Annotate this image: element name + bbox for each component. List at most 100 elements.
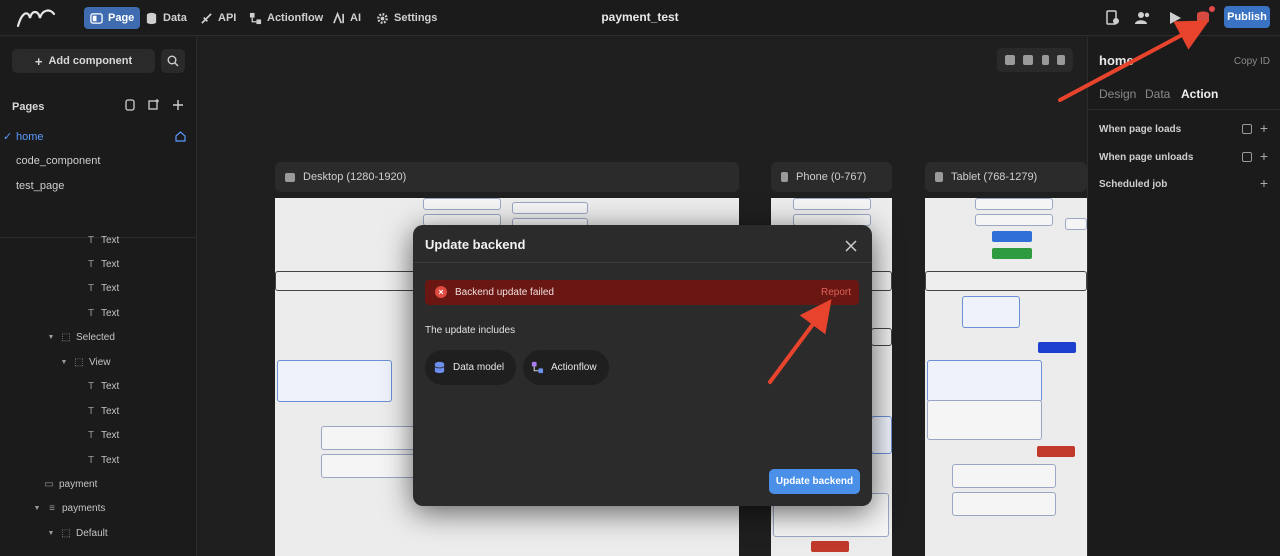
top-bar: Page Data API Actionflow AI Settings pay… [0, 0, 1280, 36]
all-devices-icon[interactable] [1005, 55, 1016, 65]
add-action-plus-icon[interactable]: + [1260, 120, 1268, 136]
wire-description-card [277, 360, 392, 402]
add-component-button[interactable]: + Add component [12, 49, 155, 73]
error-icon: × [435, 286, 447, 298]
wire-input [512, 202, 588, 214]
nav-actionflow-label: Actionflow [267, 12, 324, 24]
tablet-icon[interactable] [1056, 55, 1065, 65]
device-toggle[interactable] [997, 48, 1073, 72]
tab-data[interactable]: Data [1145, 87, 1170, 101]
includes-label: The update includes [425, 325, 516, 336]
nav-api[interactable]: API [194, 7, 242, 29]
report-link[interactable]: Report [821, 287, 851, 298]
add-action-plus-icon[interactable]: + [1260, 175, 1268, 191]
include-data-model: Data model [425, 350, 517, 385]
page-item-home[interactable]: home [16, 131, 44, 143]
tablet-frame-label: Tablet (768-1279) [951, 171, 1038, 183]
tablet-canvas[interactable] [925, 198, 1087, 556]
copy-id-button[interactable]: Copy ID [1234, 56, 1270, 67]
wire-status-card [952, 464, 1056, 488]
tree-item[interactable]: T Text [86, 283, 119, 294]
wire-description-card [927, 360, 1042, 402]
wire-description-card [927, 400, 1042, 440]
tree-item[interactable]: ▭ payment [44, 479, 97, 490]
when-page-loads-row: When page loads [1099, 124, 1182, 135]
wire-status-card [321, 454, 421, 478]
nav-settings[interactable]: Settings [370, 7, 443, 29]
text-icon: T [87, 259, 95, 270]
tree-item[interactable]: T Text [86, 430, 119, 441]
nav-page-label: Page [108, 12, 135, 24]
wire-status-card [952, 492, 1056, 516]
tree-item[interactable]: T Text [86, 455, 119, 466]
document-settings-icon[interactable] [1104, 9, 1122, 27]
tree-item[interactable]: T Text [86, 308, 119, 319]
page-item-code-component[interactable]: code_component [16, 155, 100, 167]
users-icon[interactable] [1134, 9, 1152, 27]
list-icon: ≡ [49, 503, 55, 514]
page-template-icon[interactable] [124, 99, 136, 111]
data-model-label: Data model [453, 362, 505, 373]
nav-ai[interactable]: AI [326, 7, 367, 29]
pages-heading: Pages [12, 101, 45, 113]
when-page-unloads-row: When page unloads [1099, 152, 1194, 163]
right-panel: home Copy ID Design Data Action When pag… [1087, 37, 1280, 556]
tree-item[interactable]: T Text [86, 235, 119, 246]
search-icon [167, 55, 179, 67]
view-icon: ⬚ [74, 357, 84, 368]
phone-frame-label: Phone (0-767) [796, 171, 867, 183]
phone-icon[interactable] [1041, 55, 1049, 65]
close-icon[interactable] [844, 239, 858, 253]
wire-content-bar [925, 271, 1087, 291]
api-icon [201, 12, 212, 24]
desktop-icon[interactable] [1023, 55, 1034, 65]
nav-page[interactable]: Page [84, 7, 141, 29]
tree-item[interactable]: ▼ ⬚ Selected [46, 332, 115, 343]
tab-action[interactable]: Action [1181, 87, 1218, 101]
duplicate-page-icon[interactable] [148, 99, 160, 111]
phone-icon [781, 172, 788, 182]
phone-frame-header[interactable]: Phone (0-767) [771, 162, 892, 192]
search-button[interactable] [161, 49, 185, 73]
app-logo-icon[interactable] [14, 6, 58, 30]
caret-down-icon: ▼ [60, 359, 68, 366]
nav-data[interactable]: Data [139, 7, 193, 29]
wire-block [871, 416, 892, 454]
wire-block [871, 328, 892, 346]
page-icon [90, 12, 103, 24]
check-icon: ✓ [3, 131, 13, 143]
caret-down-icon: ▼ [33, 505, 41, 512]
wire-input [793, 198, 871, 210]
wire-status-card [321, 426, 421, 450]
nav-settings-label: Settings [394, 12, 438, 24]
tree-item[interactable]: T Text [86, 259, 119, 270]
nav-actionflow[interactable]: Actionflow [243, 7, 329, 29]
copy-icon[interactable] [1242, 124, 1252, 134]
caret-down-icon: ▼ [47, 530, 55, 537]
publish-button[interactable]: Publish [1224, 6, 1270, 28]
view-icon: ⬚ [61, 332, 71, 343]
page-item-test-page[interactable]: test_page [16, 180, 64, 192]
tree-item[interactable]: ▼ ⬚ Default [46, 528, 108, 539]
tree-item[interactable]: ▼ ≡ payments [32, 503, 106, 514]
tree-item[interactable]: T Text [86, 381, 119, 392]
nav-ai-label: AI [350, 12, 361, 24]
tab-design[interactable]: Design [1099, 87, 1136, 101]
text-icon: T [87, 283, 95, 294]
add-component-label: Add component [48, 55, 133, 67]
notification-dot [1209, 6, 1215, 12]
add-action-plus-icon[interactable]: + [1260, 148, 1268, 164]
tablet-icon [935, 172, 943, 182]
add-page-icon[interactable] [172, 99, 184, 111]
play-icon[interactable] [1166, 9, 1184, 27]
gear-icon [377, 12, 388, 24]
tree-item[interactable]: ▼ ⬚ View [59, 357, 111, 368]
copy-icon[interactable] [1242, 152, 1252, 162]
tablet-frame-header[interactable]: Tablet (768-1279) [925, 162, 1087, 192]
desktop-frame-header[interactable]: Desktop (1280-1920) [275, 162, 739, 192]
wire-green-button [992, 248, 1032, 259]
update-backend-button[interactable]: Update backend [769, 469, 860, 494]
modal-divider [413, 262, 872, 263]
actionflow-icon [531, 361, 544, 374]
tree-item[interactable]: T Text [86, 406, 119, 417]
